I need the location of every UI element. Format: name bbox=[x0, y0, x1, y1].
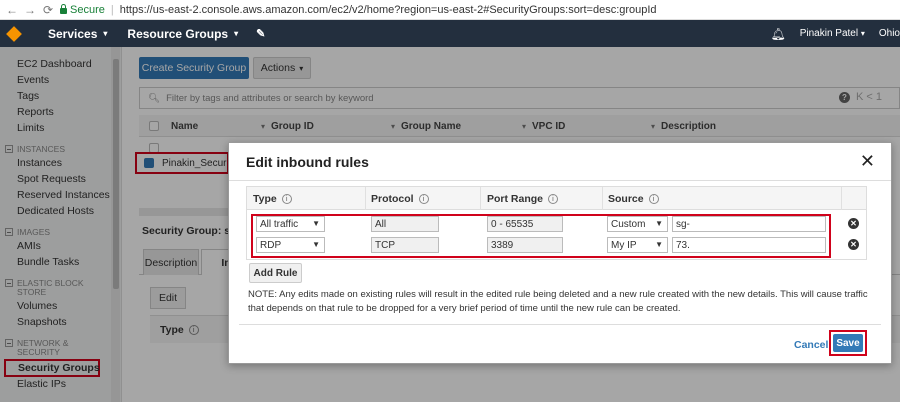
edit-inbound-rules-dialog: Edit inbound rules ✕ Type i Protocol i Por… bbox=[228, 142, 892, 364]
info-icon[interactable]: i bbox=[281, 194, 292, 205]
chevron-down-icon: ▼ bbox=[312, 219, 320, 228]
browser-address-bar: ← → ⟳ Secure | https://us-east-2.console… bbox=[0, 0, 900, 20]
url-text[interactable]: https://us-east-2.console.aws.amazon.com… bbox=[120, 4, 657, 16]
source-type-value: Custom bbox=[611, 218, 646, 230]
edit-warning-note: NOTE: Any edits made on existing rules w… bbox=[248, 289, 868, 314]
region-menu[interactable]: Ohio bbox=[879, 28, 900, 39]
secure-label: Secure bbox=[70, 3, 105, 16]
chevron-down-icon: ▾ bbox=[103, 29, 108, 38]
cancel-button[interactable]: Cancel bbox=[794, 339, 828, 351]
rules-header: Type i Protocol i Port Range i Source i bbox=[247, 187, 866, 210]
resource-groups-label: Resource Groups bbox=[127, 26, 229, 41]
divider bbox=[229, 180, 891, 181]
chevron-down-icon: ▼ bbox=[655, 219, 663, 228]
topbar-right: 🔔︎ Pinakin Patel ▾ Ohio bbox=[770, 20, 900, 47]
header-source-label: Source bbox=[608, 193, 644, 205]
header-port-range: Port Range i bbox=[487, 193, 559, 205]
info-icon[interactable]: i bbox=[548, 194, 559, 205]
header-type: Type i bbox=[253, 193, 292, 205]
header-port-range-label: Port Range bbox=[487, 193, 544, 205]
bell-icon[interactable]: 🔔︎ bbox=[770, 27, 785, 41]
type-select[interactable]: All traffic ▼ bbox=[256, 216, 325, 232]
save-highlight: Save bbox=[829, 330, 867, 356]
aws-logo[interactable] bbox=[0, 20, 28, 47]
type-value: RDP bbox=[260, 239, 282, 251]
header-protocol-label: Protocol bbox=[371, 193, 414, 205]
type-value: All traffic bbox=[260, 218, 299, 230]
add-rule-button[interactable]: Add Rule bbox=[249, 263, 302, 283]
aws-top-nav: Services ▾ Resource Groups ▾ ✎ 🔔︎ Pinaki… bbox=[0, 20, 900, 47]
back-arrow-icon[interactable]: ← bbox=[6, 3, 18, 17]
column-separator bbox=[365, 187, 366, 210]
protocol-field: All bbox=[371, 216, 439, 232]
source-type-value: My IP bbox=[611, 239, 637, 251]
aws-cube-icon bbox=[6, 25, 22, 42]
protocol-field: TCP bbox=[371, 237, 439, 253]
column-separator bbox=[480, 187, 481, 210]
url-separator: | bbox=[110, 3, 114, 16]
source-type-select[interactable]: Custom ▼ bbox=[607, 216, 668, 232]
reload-icon[interactable]: ⟳ bbox=[42, 3, 54, 17]
info-icon[interactable]: i bbox=[648, 194, 659, 205]
header-source: Source i bbox=[608, 193, 659, 205]
source-value-input[interactable]: sg- bbox=[672, 216, 826, 232]
info-icon[interactable]: i bbox=[418, 194, 429, 205]
header-type-label: Type bbox=[253, 193, 277, 205]
port-range-field: 3389 bbox=[487, 237, 563, 253]
close-icon[interactable]: ✕ bbox=[860, 152, 875, 170]
save-button[interactable]: Save bbox=[833, 334, 863, 352]
pin-icon[interactable]: ✎ bbox=[256, 27, 265, 40]
port-range-field: 0 - 65535 bbox=[487, 216, 563, 232]
chevron-down-icon: ▾ bbox=[860, 29, 865, 38]
lock-icon bbox=[60, 3, 67, 14]
remove-rule-icon[interactable]: ✕ bbox=[848, 218, 859, 229]
column-separator bbox=[841, 187, 842, 210]
resource-groups-menu[interactable]: Resource Groups ▾ bbox=[127, 27, 238, 41]
services-menu[interactable]: Services ▾ bbox=[48, 27, 107, 41]
rules-table: Type i Protocol i Port Range i Source i All … bbox=[246, 186, 867, 260]
column-separator bbox=[602, 187, 603, 210]
divider bbox=[239, 324, 881, 325]
user-menu[interactable]: Pinakin Patel ▾ bbox=[800, 28, 865, 39]
header-protocol: Protocol i bbox=[371, 193, 429, 205]
remove-rule-icon[interactable]: ✕ bbox=[848, 239, 859, 250]
services-label: Services bbox=[48, 26, 98, 41]
chevron-down-icon: ▼ bbox=[312, 240, 320, 249]
source-value-input[interactable]: 73. bbox=[672, 237, 826, 253]
user-name: Pinakin Patel bbox=[799, 28, 859, 39]
secure-indicator[interactable]: Secure bbox=[60, 3, 105, 16]
forward-arrow-icon[interactable]: → bbox=[24, 3, 36, 17]
chevron-down-icon: ▼ bbox=[655, 240, 663, 249]
source-type-select[interactable]: My IP ▼ bbox=[607, 237, 668, 253]
dialog-title: Edit inbound rules bbox=[246, 154, 369, 170]
type-select[interactable]: RDP ▼ bbox=[256, 237, 325, 253]
chevron-down-icon: ▾ bbox=[234, 29, 239, 38]
